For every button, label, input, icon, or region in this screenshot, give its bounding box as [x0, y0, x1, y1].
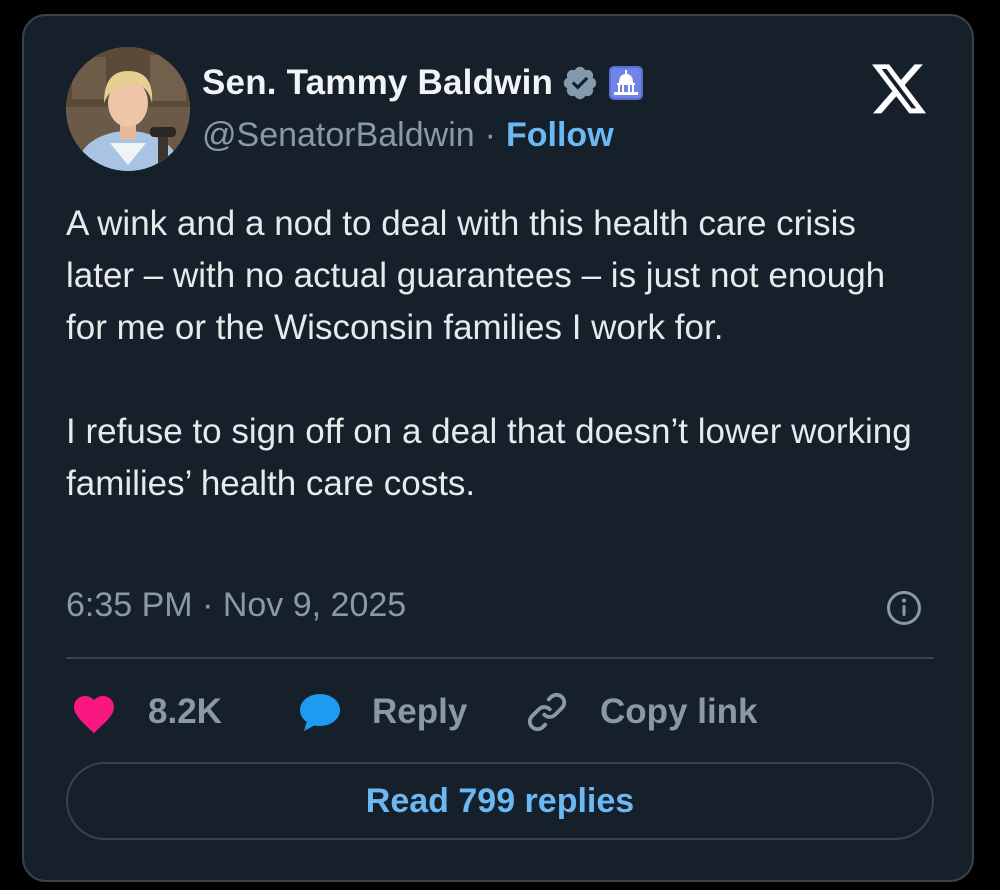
tweet-text: A wink and a nod to deal with this healt…: [66, 198, 926, 510]
copy-link-label: Copy link: [600, 692, 758, 731]
capitol-building-icon: [609, 66, 644, 100]
avatar[interactable]: [66, 47, 190, 171]
read-replies-button[interactable]: Read 799 replies: [66, 762, 934, 840]
tweet-paragraph: A wink and a nod to deal with this healt…: [66, 204, 886, 347]
avatar-photo: [66, 47, 190, 171]
verified-badge-icon: [563, 66, 597, 100]
divider: [66, 657, 934, 659]
separator-dot: ·: [484, 115, 496, 154]
reply-button[interactable]: Reply: [296, 688, 467, 736]
handle[interactable]: @SenatorBaldwin: [202, 116, 475, 155]
x-logo-icon[interactable]: [872, 64, 928, 116]
reply-label: Reply: [372, 692, 468, 731]
timestamp[interactable]: 6:35 PM · Nov 9, 2025: [66, 582, 406, 628]
link-icon: [527, 692, 567, 732]
info-icon[interactable]: [886, 590, 922, 626]
heart-icon: [74, 696, 114, 734]
author-handle-row: @SenatorBaldwin · Follow: [202, 112, 614, 158]
display-name[interactable]: Sen. Tammy Baldwin: [202, 63, 553, 103]
author-name-row: Sen. Tammy Baldwin: [202, 60, 644, 106]
like-count: 8.2K: [148, 692, 222, 731]
copy-link-button[interactable]: Copy link: [524, 688, 758, 736]
tweet-card: Sen. Tammy Baldwin @SenatorBaldwin · Fol…: [22, 14, 974, 882]
speech-bubble-icon: [300, 694, 340, 731]
follow-button[interactable]: Follow: [506, 116, 614, 155]
tweet-paragraph: I refuse to sign off on a deal that does…: [66, 412, 912, 503]
like-button[interactable]: 8.2K: [70, 688, 222, 736]
